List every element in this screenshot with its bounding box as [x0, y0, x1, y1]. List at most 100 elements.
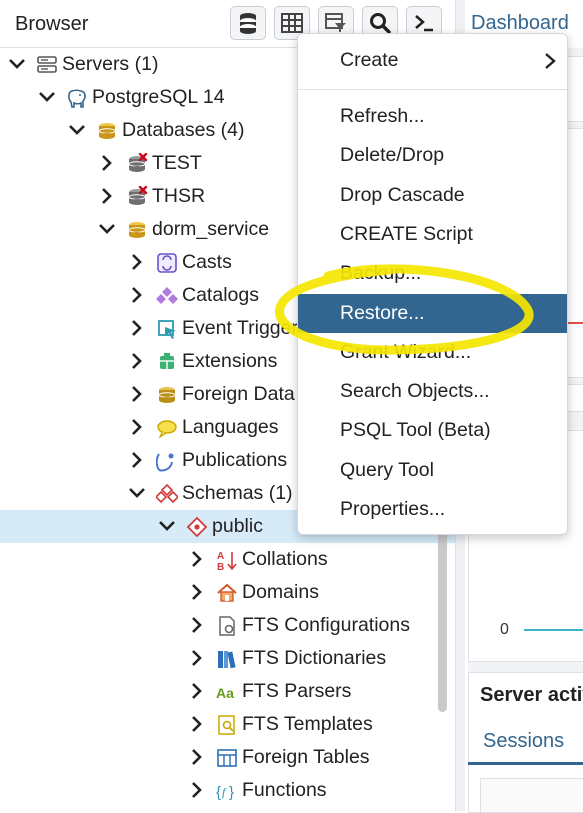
- terminal-icon: [415, 15, 433, 32]
- tree-node[interactable]: Foreign Tables: [0, 741, 455, 774]
- svg-text:{: {: [216, 784, 221, 801]
- chevron-right-icon[interactable]: [188, 781, 206, 799]
- chevron-right-icon[interactable]: [128, 253, 146, 271]
- chevron-down-icon[interactable]: [128, 484, 146, 502]
- chevron-down-icon[interactable]: [68, 121, 86, 139]
- chevron-down-icon[interactable]: [8, 55, 26, 73]
- tree-node-label: Collations: [242, 548, 328, 570]
- tree-node[interactable]: FTS Dictionaries: [0, 642, 455, 675]
- svg-text:}: }: [229, 784, 234, 801]
- menu-item[interactable]: PSQL Tool (Beta): [298, 411, 567, 450]
- tree-node-label: Domains: [242, 581, 319, 603]
- chevron-right-icon[interactable]: [188, 616, 206, 634]
- tab-dashboard[interactable]: Dashboard: [471, 12, 569, 35]
- menu-item-label: Create: [340, 49, 399, 71]
- fts-templates-icon: [216, 714, 238, 736]
- chevron-right-icon[interactable]: [188, 649, 206, 667]
- event-trigger-icon: [156, 318, 178, 340]
- menu-item[interactable]: Grant Wizard...: [298, 333, 567, 372]
- table-grid-icon: [281, 13, 303, 33]
- search-icon: [370, 13, 391, 34]
- menu-item[interactable]: Search Objects...: [298, 372, 567, 411]
- database-icon: [126, 219, 148, 241]
- tree-node-label: TEST: [152, 152, 202, 174]
- chevron-down-icon[interactable]: [98, 220, 116, 238]
- menu-item[interactable]: Refresh...: [298, 97, 567, 136]
- tree-node-label: FTS Parsers: [242, 680, 352, 702]
- tree-node-label: Event Trigger: [182, 317, 298, 339]
- menu-item[interactable]: Delete/Drop: [298, 136, 567, 175]
- menu-item-label: Grant Wizard...: [340, 340, 472, 363]
- tree-node-label: THSR: [152, 185, 206, 207]
- tree-node[interactable]: FTS Configurations: [0, 609, 455, 642]
- tree-node-label: Casts: [182, 251, 232, 273]
- chevron-right-icon[interactable]: [128, 319, 146, 337]
- graph-line-red: [568, 322, 583, 324]
- menu-item-label: Drop Cascade: [340, 183, 465, 206]
- chevron-down-icon[interactable]: [158, 517, 176, 535]
- menu-item[interactable]: Properties...: [298, 490, 567, 529]
- tree-node[interactable]: Domains: [0, 576, 455, 609]
- databases-icon: [96, 120, 118, 142]
- menu-item-label: Search Objects...: [340, 380, 490, 403]
- fts-parsers-icon: Aa: [216, 681, 238, 703]
- chevron-down-icon[interactable]: [38, 88, 56, 106]
- tree-node[interactable]: {f} Functions: [0, 774, 455, 807]
- table-filter-icon: [325, 13, 346, 32]
- foreign-tables-icon: [216, 747, 238, 769]
- fts-configurations-icon: [216, 615, 238, 637]
- menu-item[interactable]: Backup...: [298, 254, 567, 293]
- tree-node[interactable]: Aa FTS Parsers: [0, 675, 455, 708]
- tree-node-label: FTS Configurations: [242, 614, 410, 636]
- chevron-right-icon[interactable]: [128, 418, 146, 436]
- tree-node-label: Publications: [182, 449, 288, 471]
- menu-item-label: Query Tool: [340, 458, 434, 481]
- menu-item-label: Restore...: [340, 301, 425, 324]
- tree-node-label: Databases (4): [122, 119, 245, 141]
- tree-node-label: Functions: [242, 779, 327, 801]
- menu-item[interactable]: Query Tool: [298, 451, 567, 490]
- svg-text:A: A: [217, 551, 224, 562]
- menu-item-label: Properties...: [340, 498, 446, 520]
- chevron-right-icon[interactable]: [188, 748, 206, 766]
- tree-node[interactable]: FTS Templates: [0, 708, 455, 741]
- chevron-right-icon[interactable]: [128, 286, 146, 304]
- servers-icon: [36, 54, 58, 76]
- menu-item[interactable]: CREATE Script: [298, 215, 567, 254]
- chevron-right-icon[interactable]: [188, 715, 206, 733]
- menu-item-label: CREATE Script: [340, 222, 473, 245]
- menu-item[interactable]: Restore...: [298, 293, 567, 333]
- chevron-right-icon[interactable]: [188, 550, 206, 568]
- tree-node-label: Extensions: [182, 350, 278, 372]
- fts-dictionaries-icon: [216, 648, 238, 670]
- collations-icon: AB: [216, 549, 238, 573]
- graph-y-zero-label: 0: [500, 621, 509, 638]
- chevron-right-icon[interactable]: [188, 682, 206, 700]
- chevron-right-icon[interactable]: [128, 352, 146, 370]
- menu-item-create[interactable]: Create: [298, 41, 567, 80]
- catalogs-icon: [156, 285, 178, 307]
- menu-item-label: PSQL Tool (Beta): [340, 419, 491, 442]
- chevron-right-icon[interactable]: [128, 451, 146, 469]
- chevron-right-icon[interactable]: [128, 385, 146, 403]
- chevron-right-icon[interactable]: [98, 154, 116, 172]
- graph-line: [524, 629, 583, 631]
- tree-node[interactable]: A B Collations: [0, 543, 455, 576]
- tree-node-label: Foreign Data: [182, 383, 295, 405]
- sessions-tab-underline: [468, 762, 583, 765]
- database-disconnected-icon: [126, 152, 148, 175]
- menu-item[interactable]: Drop Cascade: [298, 176, 567, 215]
- svg-text:f: f: [222, 785, 227, 799]
- chevron-right-icon[interactable]: [188, 583, 206, 601]
- publications-icon: [155, 450, 178, 472]
- extensions-icon: [156, 351, 178, 373]
- context-menu: Create Refresh... Delete/Drop Drop Cascade…: [297, 33, 568, 535]
- chevron-right-icon[interactable]: [98, 187, 116, 205]
- menu-item-label: Delete/Drop: [340, 144, 445, 167]
- tree-node-label: Servers (1): [62, 53, 159, 75]
- languages-icon: [156, 417, 178, 439]
- server-activity-title: Server activ: [480, 684, 583, 706]
- object-explorer-button[interactable]: [230, 6, 266, 40]
- tree-node-label: Catalogs: [182, 284, 259, 306]
- tab-sessions[interactable]: Sessions: [483, 730, 564, 753]
